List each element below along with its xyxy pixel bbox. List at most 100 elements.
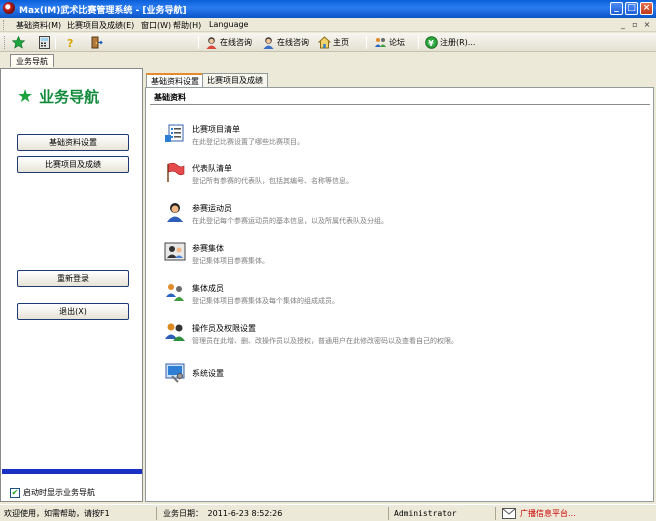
item-desc: 管理员在此增、删、改操作员以及授权，普通用户在此修改密码以及查看自己的权限。 <box>192 337 458 345</box>
item-title: 操作员及权限设置 <box>192 324 256 333</box>
maximize-button[interactable]: □ <box>625 2 638 15</box>
item-desc: 登记集体项目参赛集体及每个集体的组成成员。 <box>192 297 339 305</box>
online-consult-button-2[interactable]: 在线咨询 <box>262 35 309 50</box>
athlete-icon <box>164 201 186 223</box>
tab-basic-data-settings[interactable]: 基础资料设置 <box>146 73 204 88</box>
green-star-icon: ★ <box>17 85 34 107</box>
tab-panel: 基础资料 比赛项目清单 在此登记比赛设置了哪些比赛项目。 代表队清单 登记所有参… <box>145 87 654 502</box>
item-title: 参赛运动员 <box>192 204 232 213</box>
event-list-icon <box>164 122 186 144</box>
item-desc: 登记集体项目参赛集体。 <box>192 257 269 265</box>
business-date-value: 2011-6-23 8:52:26 <box>207 509 283 518</box>
home-button[interactable]: 主页 <box>317 35 349 50</box>
team-icon <box>164 241 186 263</box>
events-results-button[interactable]: 比赛项目及成绩 <box>17 156 129 173</box>
tab-events-results[interactable]: 比赛项目及成绩 <box>202 73 268 87</box>
status-welcome: 欢迎使用，如需帮助，请按F1 <box>2 507 157 520</box>
toolbar-label: 在线咨询 <box>220 38 252 47</box>
menu-grip-icon <box>3 20 6 30</box>
business-date-label: 业务日期： <box>163 509 203 518</box>
status-broadcast[interactable]: 广播信息平台... <box>500 507 650 520</box>
menu-basic-data[interactable]: 基础资料(M) <box>16 20 61 31</box>
item-event-list[interactable]: 比赛项目清单 在此登记比赛设置了哪些比赛项目。 <box>164 122 304 147</box>
calculator-button[interactable] <box>38 35 51 50</box>
help-button[interactable]: ? <box>64 35 77 50</box>
status-user: Administrator <box>392 507 496 520</box>
group-members-icon <box>164 281 186 303</box>
nav-title: ★ 业务导航 <box>17 86 99 107</box>
toolbar-label: 论坛 <box>389 38 405 47</box>
show-on-startup-row[interactable]: ✔ 启动时显示业务导航 <box>10 487 95 498</box>
svg-text:?: ? <box>67 37 73 49</box>
operator-permissions-icon <box>164 321 186 343</box>
relogin-button[interactable]: 重新登录 <box>17 270 129 287</box>
menu-help[interactable]: 帮助(H) <box>173 20 201 31</box>
toolbar-label: 在线咨询 <box>277 38 309 47</box>
status-bar: 欢迎使用，如需帮助，请按F1 业务日期： 2011-6-23 8:52:26 A… <box>0 504 656 521</box>
navigation-button[interactable] <box>11 35 26 50</box>
show-on-startup-checkbox[interactable]: ✔ <box>10 487 20 498</box>
nav-progress-bar <box>2 469 142 474</box>
item-desc: 登记所有参赛的代表队，包括其编号、名称等信息。 <box>192 177 353 185</box>
close-button[interactable]: × <box>640 2 653 15</box>
exit-nav-button[interactable]: 退出(X) <box>17 303 129 320</box>
basic-data-settings-button[interactable]: 基础资料设置 <box>17 134 129 151</box>
item-system-settings[interactable]: 系统设置 <box>164 361 224 383</box>
calculator-icon <box>38 36 51 49</box>
left-navigation-pane: ★ 业务导航 基础资料设置 比赛项目及成绩 重新登录 退出(X) ✔ 启动时显示… <box>0 68 143 502</box>
minimize-button[interactable]: _ <box>610 2 623 15</box>
help-icon: ? <box>64 36 77 50</box>
toolbar-separator <box>418 36 419 49</box>
mdi-minimize-button[interactable]: _ <box>618 19 628 30</box>
mail-icon <box>502 508 516 519</box>
toolbar-separator <box>198 36 199 49</box>
mdi-close-button[interactable]: × <box>642 19 652 30</box>
home-icon <box>317 36 332 49</box>
online-consult-button-1[interactable]: 在线咨询 <box>205 35 252 50</box>
exit-button[interactable] <box>90 35 103 50</box>
item-title: 系统设置 <box>192 369 224 378</box>
item-title: 代表队清单 <box>192 164 232 173</box>
svg-text:¥: ¥ <box>428 39 434 48</box>
flag-icon <box>164 161 186 183</box>
online-consult-icon <box>205 36 218 49</box>
menu-events-results[interactable]: 比赛项目及成绩(E) <box>67 20 134 31</box>
register-icon: ¥ <box>425 36 438 49</box>
menu-language[interactable]: Language <box>209 20 248 29</box>
mdi-restore-button[interactable]: ▫ <box>630 19 640 30</box>
online-consult-icon <box>262 36 275 49</box>
app-icon[interactable] <box>3 2 15 14</box>
system-settings-icon <box>164 361 186 383</box>
show-on-startup-label: 启动时显示业务导航 <box>23 488 95 497</box>
item-team-list[interactable]: 代表队清单 登记所有参赛的代表队，包括其编号、名称等信息。 <box>164 161 353 186</box>
menu-window[interactable]: 窗口(W) <box>141 20 171 31</box>
window-title: Max(IM)武术比赛管理系统 - [业务导航] <box>19 6 187 16</box>
toolbar-separator <box>366 36 367 49</box>
item-desc: 在此登记比赛设置了哪些比赛项目。 <box>192 138 304 146</box>
item-group-members[interactable]: 集体成员 登记集体项目参赛集体及每个集体的组成成员。 <box>164 281 339 306</box>
item-title: 参赛集体 <box>192 244 224 253</box>
item-title: 集体成员 <box>192 284 224 293</box>
item-desc: 在此登记每个参赛运动员的基本信息，以及所属代表队及分组。 <box>192 217 388 225</box>
toolbar-grip-icon <box>4 36 7 49</box>
toolbar-label: 注册(R)... <box>440 38 476 47</box>
toolbar-separator <box>55 36 56 49</box>
forum-button[interactable]: 论坛 <box>374 35 405 50</box>
status-business-date: 业务日期： 2011-6-23 8:52:26 <box>161 507 389 520</box>
toolbar: ? 在线咨询 在线咨询 主页 论坛 ¥ 注册(R)... <box>0 33 656 52</box>
doc-tab-business-navigation[interactable]: 业务导航 <box>10 54 54 67</box>
document-tabs: 业务导航 <box>0 53 656 67</box>
broadcast-text: 广播信息平台... <box>520 509 576 518</box>
content-pane: 基础资料设置 比赛项目及成绩 基础资料 比赛项目清单 在此登记比赛设置了哪些比赛… <box>145 70 654 502</box>
section-title: 基础资料 <box>150 91 650 105</box>
item-operators-permissions[interactable]: 操作员及权限设置 管理员在此增、删、改操作员以及授权，普通用户在此修改密码以及查… <box>164 321 458 346</box>
forum-icon <box>374 36 387 49</box>
item-athletes[interactable]: 参赛运动员 在此登记每个参赛运动员的基本信息，以及所属代表队及分组。 <box>164 201 388 226</box>
toolbar-label: 主页 <box>333 38 349 47</box>
register-button[interactable]: ¥ 注册(R)... <box>425 35 475 50</box>
green-star-icon <box>11 35 26 49</box>
title-bar: Max(IM)武术比赛管理系统 - [业务导航] _ □ × <box>0 0 656 18</box>
exit-door-icon <box>90 36 103 49</box>
item-title: 比赛项目清单 <box>192 125 240 134</box>
item-teams[interactable]: 参赛集体 登记集体项目参赛集体。 <box>164 241 269 266</box>
